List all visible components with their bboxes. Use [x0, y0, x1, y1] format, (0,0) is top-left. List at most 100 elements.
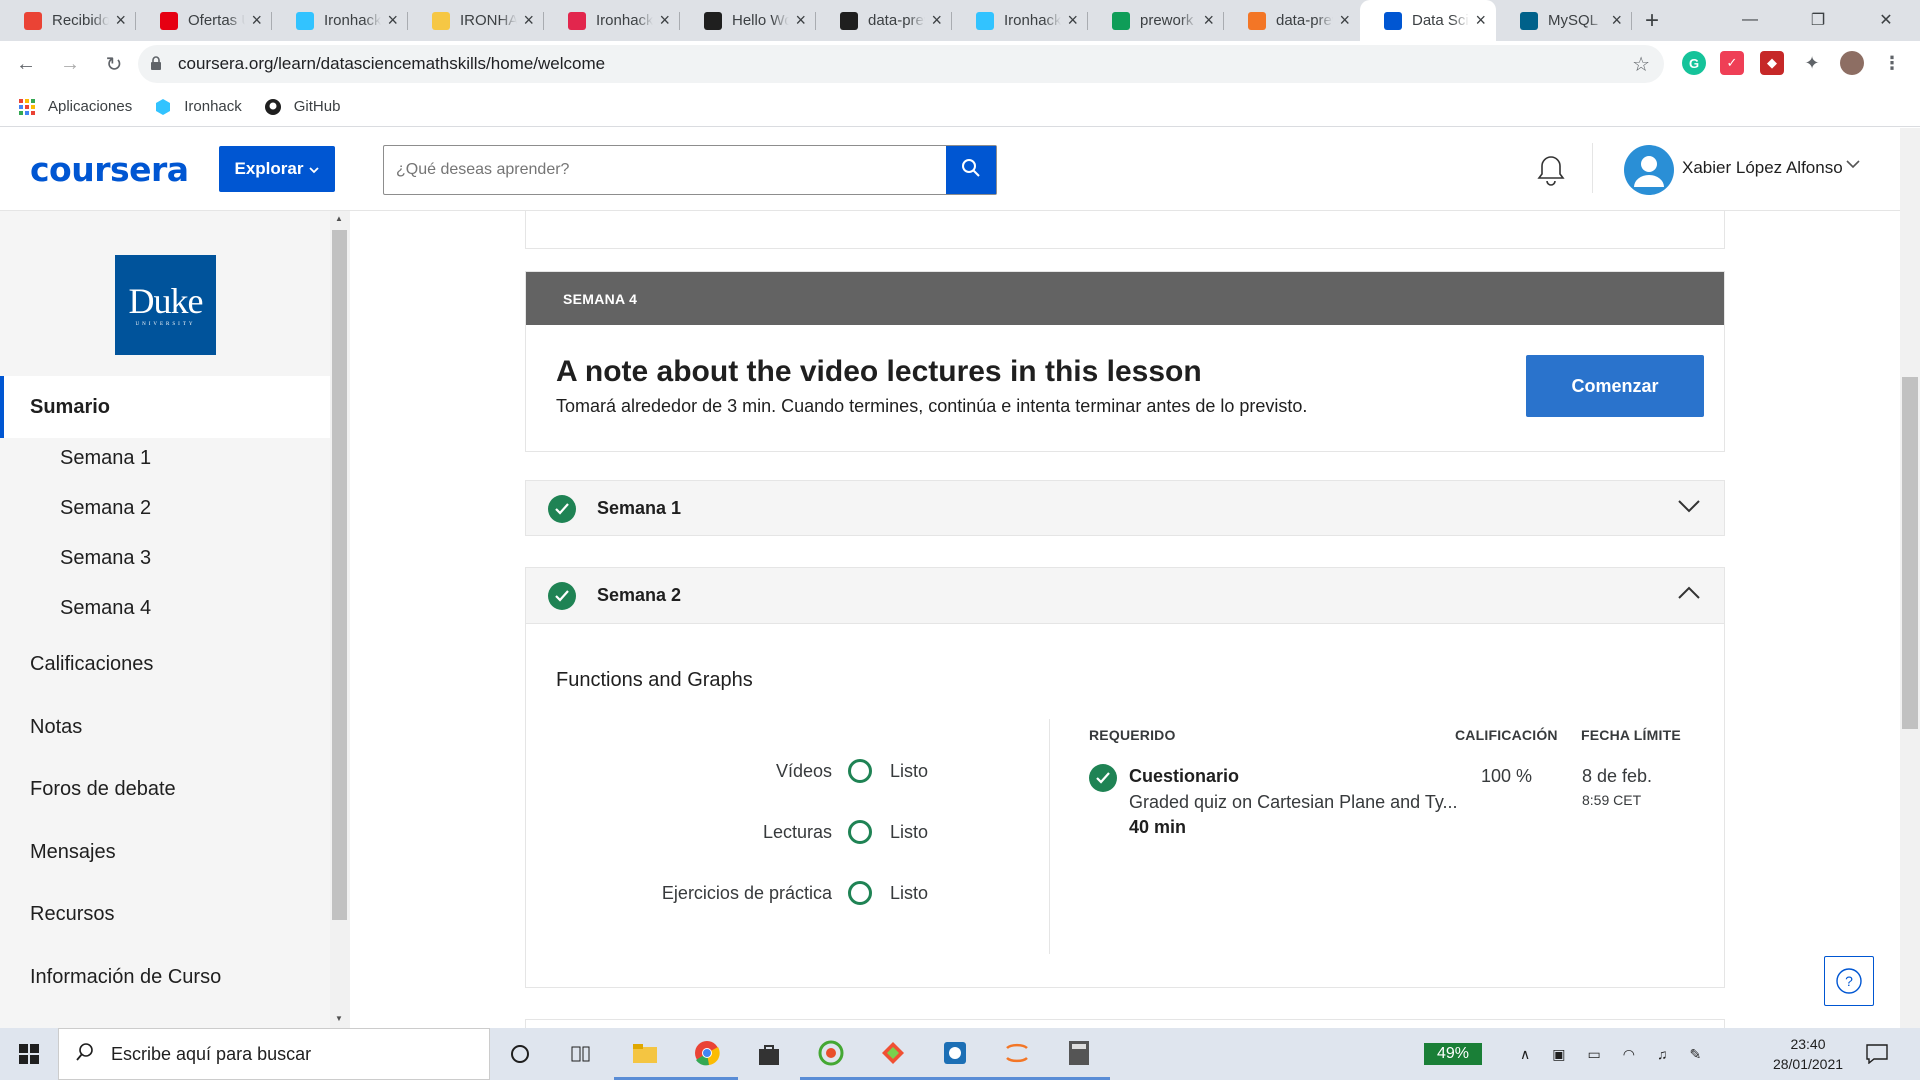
browser-tab[interactable]: IRONHACK ×	[408, 0, 544, 41]
task-view-icon[interactable]	[551, 1028, 613, 1080]
reload-icon[interactable]: ↻	[96, 46, 132, 82]
quiz-title[interactable]: Cuestionario	[1129, 766, 1239, 787]
user-name[interactable]: Xabier López Alfonso	[1682, 158, 1843, 178]
search-button[interactable]	[946, 146, 996, 194]
bookmark-github[interactable]: GitHub	[264, 98, 340, 116]
wifi-icon[interactable]: ◠	[1623, 1046, 1635, 1063]
chevron-down-icon[interactable]	[1678, 499, 1700, 518]
shield-extension-icon[interactable]: ◆	[1760, 51, 1784, 75]
tab-title: Data Science	[1412, 12, 1469, 29]
close-tab-icon[interactable]: ×	[115, 10, 126, 31]
windows-start-icon[interactable]	[0, 1028, 58, 1080]
sheets-icon	[1112, 11, 1130, 30]
sidebar-item-semana-1[interactable]: Semana 1	[60, 447, 151, 470]
progress-label: Ejercicios de práctica	[661, 882, 832, 903]
profile-avatar-icon[interactable]	[1840, 51, 1864, 75]
notifications-icon[interactable]	[1866, 1028, 1888, 1080]
sidebar-item-semana-2[interactable]: Semana 2	[60, 497, 151, 520]
battery-icon[interactable]: ▭	[1587, 1046, 1600, 1063]
new-tab-button[interactable]: +	[1632, 0, 1672, 41]
sidebar-item-informacion[interactable]: Información de Curso	[30, 966, 221, 989]
notification-bell-icon[interactable]	[1536, 154, 1566, 191]
grammarly-icon[interactable]: G	[1682, 51, 1706, 75]
scroll-up-arrow-icon[interactable]: ▲	[335, 214, 343, 223]
close-tab-icon[interactable]: ×	[251, 10, 262, 31]
sidebar-item-semana-3[interactable]: Semana 3	[60, 547, 151, 570]
week1-accordion[interactable]: Semana 1	[525, 480, 1725, 536]
browser-tab[interactable]: data-prework ×	[1224, 0, 1360, 41]
browser-tab[interactable]: Ironhack ×	[544, 0, 680, 41]
git-kraken-icon[interactable]	[862, 1028, 924, 1080]
close-tab-icon[interactable]: ×	[931, 10, 942, 31]
volume-icon[interactable]: ♫	[1657, 1046, 1668, 1062]
close-tab-icon[interactable]: ×	[1203, 10, 1214, 31]
address-bar[interactable]: coursera.org/learn/datasciencemathskills…	[138, 45, 1664, 83]
cortana-icon[interactable]	[489, 1028, 551, 1080]
store-icon[interactable]	[738, 1028, 800, 1080]
close-tab-icon[interactable]: ×	[1475, 10, 1486, 31]
extensions-puzzle-icon[interactable]: ✦	[1800, 51, 1824, 75]
sidebar-scrollbar-thumb[interactable]	[332, 230, 347, 920]
browser-tab[interactable]: Ironhack ×	[272, 0, 408, 41]
taskbar-search[interactable]: Escribe aquí para buscar	[58, 1028, 490, 1080]
sidebar-item-notas[interactable]: Notas	[30, 716, 82, 739]
browser-tab[interactable]: Recibidos ×	[0, 0, 136, 41]
restore-button[interactable]: ❐	[1784, 0, 1852, 40]
calculator-icon[interactable]	[1048, 1028, 1110, 1080]
sidebar-item-sumario[interactable]: Sumario	[0, 376, 330, 438]
sidebar-item-mensajes[interactable]: Mensajes	[30, 841, 116, 864]
scroll-down-arrow-icon[interactable]: ▼	[335, 1014, 343, 1023]
browser-tab[interactable]: Hello World ×	[680, 0, 816, 41]
minimize-button[interactable]: —	[1716, 0, 1784, 40]
bookmark-ironhack[interactable]: Ironhack	[154, 98, 242, 116]
sidebar-item-recursos[interactable]: Recursos	[30, 903, 114, 926]
start-button[interactable]: Comenzar	[1526, 355, 1704, 417]
chevron-up-icon[interactable]	[1678, 586, 1700, 605]
close-tab-icon[interactable]: ×	[1339, 10, 1350, 31]
chevron-down-icon[interactable]	[1846, 156, 1860, 172]
browser-tab[interactable]: Data Science ×	[1360, 0, 1496, 41]
pen-icon[interactable]: ✎	[1689, 1046, 1701, 1063]
close-tab-icon[interactable]: ×	[387, 10, 398, 31]
sidebar-item-foros[interactable]: Foros de debate	[30, 778, 176, 801]
lesson-topic-title[interactable]: Functions and Graphs	[556, 669, 753, 692]
chevron-up-icon[interactable]: ∧	[1520, 1046, 1530, 1063]
camera-icon[interactable]: ▣	[1552, 1046, 1565, 1063]
browser-tab[interactable]: data-prework ×	[816, 0, 952, 41]
browser-tab[interactable]: Ironhack ×	[952, 0, 1088, 41]
bookmark-apps[interactable]: Aplicaciones	[18, 98, 132, 116]
coursera-logo[interactable]: coursera	[30, 150, 189, 189]
tab-title: IRONHACK	[460, 12, 518, 29]
anaconda-icon[interactable]	[800, 1028, 862, 1080]
close-tab-icon[interactable]: ×	[1611, 10, 1622, 31]
system-clock[interactable]: 23:40 28/01/2021	[1760, 1034, 1856, 1074]
close-tab-icon[interactable]: ×	[659, 10, 670, 31]
explore-button[interactable]: Explorar	[219, 146, 335, 192]
quiz-description[interactable]: Graded quiz on Cartesian Plane and Ty...	[1129, 792, 1465, 813]
python-app-icon[interactable]	[924, 1028, 986, 1080]
bookmark-star-icon[interactable]: ☆	[1632, 52, 1650, 77]
clock-date: 28/01/2021	[1772, 1056, 1844, 1072]
week2-accordion[interactable]: Semana 2	[525, 567, 1725, 624]
sidebar-item-calificaciones[interactable]: Calificaciones	[30, 653, 153, 676]
back-icon[interactable]: ←	[8, 46, 44, 82]
pocket-icon[interactable]: ✓	[1720, 51, 1744, 75]
close-window-button[interactable]: ✕	[1852, 0, 1920, 40]
forward-icon[interactable]: →	[52, 46, 88, 82]
browser-tab[interactable]: MySQL ×	[1496, 0, 1632, 41]
close-tab-icon[interactable]: ×	[1067, 10, 1078, 31]
close-tab-icon[interactable]: ×	[523, 10, 534, 31]
menu-dots-icon[interactable]: ⋮	[1880, 51, 1904, 75]
user-avatar[interactable]	[1624, 145, 1674, 195]
page-scrollbar-thumb[interactable]	[1902, 377, 1918, 729]
sidebar-item-semana-4[interactable]: Semana 4	[60, 597, 151, 620]
close-tab-icon[interactable]: ×	[795, 10, 806, 31]
jupyter-icon[interactable]	[986, 1028, 1048, 1080]
help-button[interactable]: ?	[1824, 956, 1874, 1006]
browser-tab[interactable]: Ofertas UNIQLO ×	[136, 0, 272, 41]
search-input[interactable]	[384, 146, 946, 194]
chrome-icon[interactable]	[676, 1028, 738, 1080]
file-explorer-icon[interactable]	[614, 1028, 676, 1080]
battery-indicator[interactable]: 49%	[1424, 1043, 1482, 1065]
browser-tab[interactable]: prework ×	[1088, 0, 1224, 41]
